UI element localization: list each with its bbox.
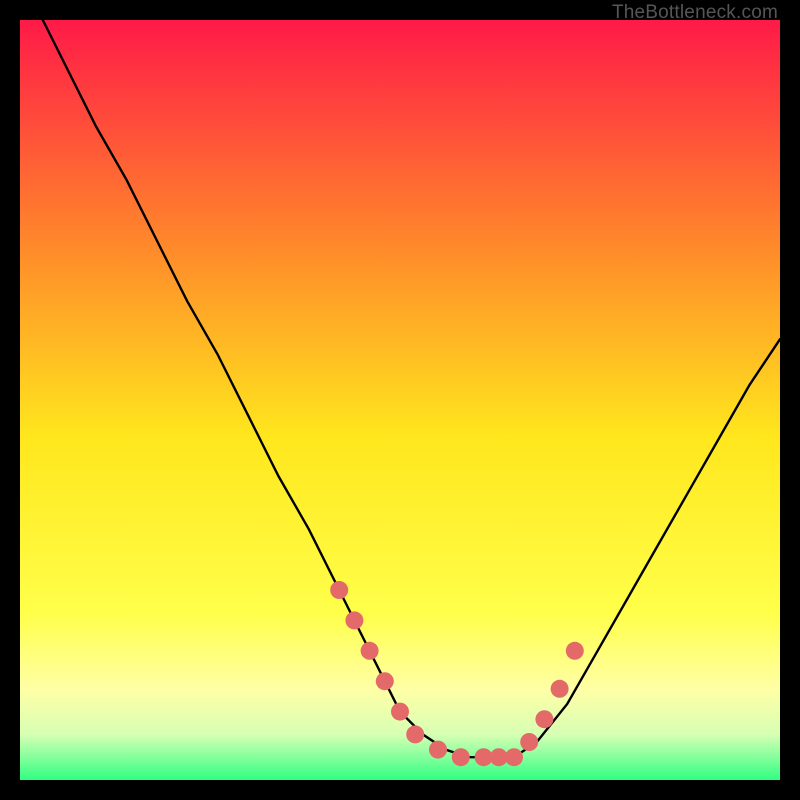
- marker-point: [376, 672, 394, 690]
- chart-svg: [20, 20, 780, 780]
- marker-point: [520, 733, 538, 751]
- marker-point: [361, 642, 379, 660]
- marker-point: [452, 748, 470, 766]
- marker-point: [566, 642, 584, 660]
- marker-point: [406, 725, 424, 743]
- marker-point: [551, 680, 569, 698]
- marker-point: [391, 703, 409, 721]
- marker-point: [330, 581, 348, 599]
- plot-area: [20, 20, 780, 780]
- marker-point: [345, 611, 363, 629]
- marker-point: [535, 710, 553, 728]
- marker-point: [429, 741, 447, 759]
- gradient-background: [20, 20, 780, 780]
- attribution-label: TheBottleneck.com: [612, 2, 778, 24]
- chart-frame: TheBottleneck.com: [0, 0, 800, 800]
- marker-point: [505, 748, 523, 766]
